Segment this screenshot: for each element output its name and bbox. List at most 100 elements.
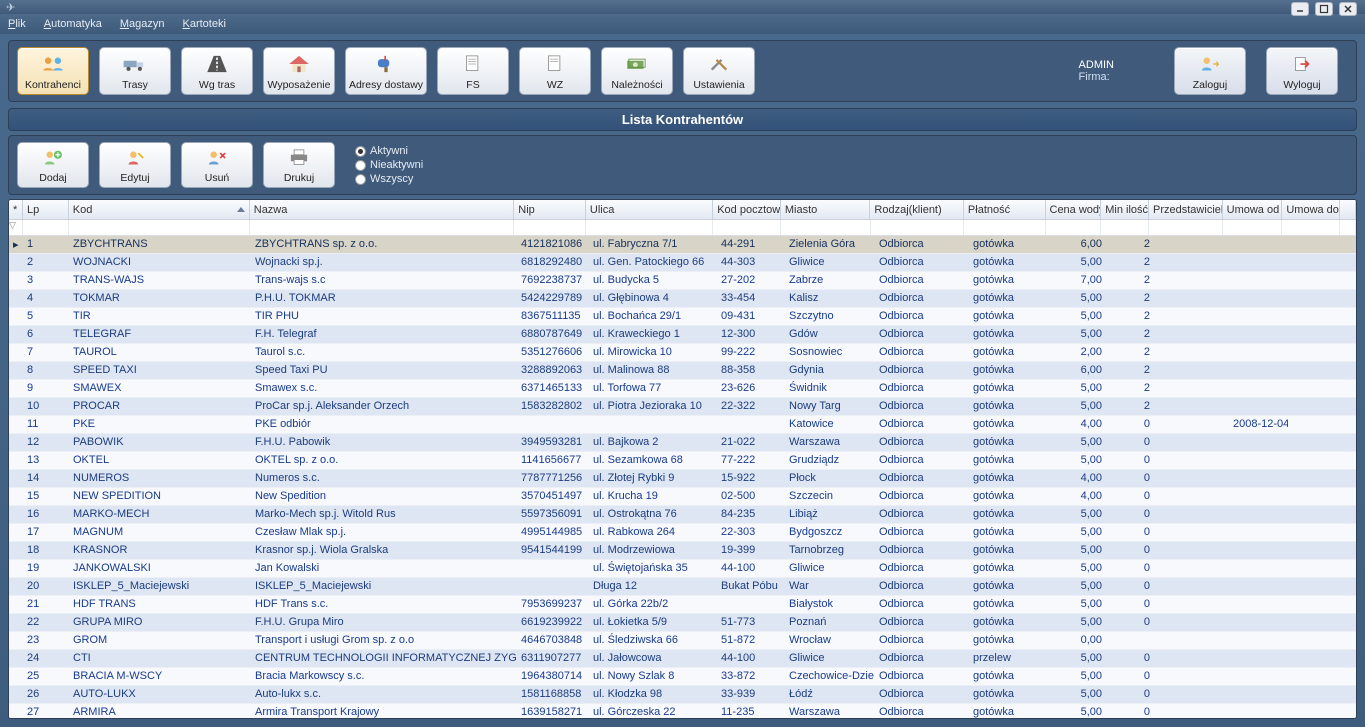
col-min[interactable]: Min ilość <box>1101 200 1149 219</box>
col-przedstawiciel[interactable]: Przedstawiciel <box>1149 200 1223 219</box>
table-row[interactable]: 18KRASNORKrasnor sp.j. Wiola Gralska9541… <box>9 542 1356 560</box>
label: Wyloguj <box>1283 79 1320 91</box>
kontrahenci-button[interactable]: Kontrahenci <box>17 47 89 95</box>
house-icon <box>286 48 312 79</box>
filter-row[interactable]: ▽ <box>9 220 1356 236</box>
radio-wszyscy[interactable]: Wszyscy <box>355 173 423 185</box>
usun-button[interactable]: Usuń <box>181 142 253 188</box>
table-row[interactable]: 26AUTO-LUKXAuto-lukx s.c.1581168858ul. K… <box>9 686 1356 704</box>
table-row[interactable]: 20ISKLEP_5_MaciejewskiISKLEP_5_Maciejews… <box>9 578 1356 596</box>
label: Usuń <box>205 172 230 184</box>
col-lp[interactable]: Lp <box>23 200 69 219</box>
ustawienia-button[interactable]: Ustawienia <box>683 47 755 95</box>
table-row[interactable]: 24CTICENTRUM TECHNOLOGII INFORMATYCZNEJ … <box>9 650 1356 668</box>
menu-magazyn[interactable]: Magazyn <box>120 18 165 30</box>
table-row[interactable]: ▸1ZBYCHTRANSZBYCHTRANS sp. z o.o.4121821… <box>9 236 1356 254</box>
col-umowado[interactable]: Umowa do <box>1282 200 1340 219</box>
label: Kontrahenci <box>25 79 81 91</box>
panel-title: Lista Kontrahentów <box>8 108 1357 131</box>
contractors-grid: * Lp Kod Nazwa Nip Ulica Kod pocztow Mia… <box>8 199 1357 719</box>
table-row[interactable]: 4TOKMARP.H.U. TOKMAR5424229789ul. Głębin… <box>9 290 1356 308</box>
col-kodpoczt[interactable]: Kod pocztow <box>713 200 781 219</box>
col-umowaod[interactable]: Umowa od <box>1223 200 1283 219</box>
col-cena[interactable]: Cena wody <box>1046 200 1102 219</box>
label: Wyposażenie <box>268 79 331 91</box>
table-row[interactable]: 8SPEED TAXISpeed Taxi PU3288892063ul. Ma… <box>9 362 1356 380</box>
radio-icon <box>355 146 366 157</box>
naleznosci-button[interactable]: Należności <box>601 47 673 95</box>
menu-plik[interactable]: Plik <box>8 18 26 30</box>
label: Edytuj <box>120 172 149 184</box>
tools-icon <box>706 48 732 79</box>
col-miasto[interactable]: Miasto <box>781 200 871 219</box>
table-row[interactable]: 10PROCARProCar sp.j. Aleksander Orzech15… <box>9 398 1356 416</box>
wz-button[interactable]: WZ <box>519 47 591 95</box>
menu-kartoteki[interactable]: Kartoteki <box>182 18 225 30</box>
table-row[interactable]: 19JANKOWALSKIJan Kowalskiul. Świętojańsk… <box>9 560 1356 578</box>
table-row[interactable]: 25BRACIA M-WSCYBracia Markowscy s.c.1964… <box>9 668 1356 686</box>
trasy-button[interactable]: Trasy <box>99 47 171 95</box>
label: Wg tras <box>199 79 235 91</box>
table-row[interactable]: 27ARMIRAArmira Transport Krajowy16391582… <box>9 704 1356 718</box>
window-controls <box>1291 2 1357 16</box>
table-row[interactable]: 9SMAWEXSmawex s.c.6371465133ul. Torfowa … <box>9 380 1356 398</box>
adresy-button[interactable]: Adresy dostawy <box>345 47 427 95</box>
table-row[interactable]: 7TAUROLTaurol s.c.5351276606ul. Mirowick… <box>9 344 1356 362</box>
wgtras-button[interactable]: Wg tras <box>181 47 253 95</box>
label: Zaloguj <box>1193 79 1227 91</box>
col-ulica[interactable]: Ulica <box>586 200 713 219</box>
document-icon <box>542 48 568 79</box>
logout-icon <box>1289 48 1315 79</box>
zaloguj-button[interactable]: Zaloguj <box>1174 47 1246 95</box>
col-nazwa[interactable]: Nazwa <box>250 200 515 219</box>
document-icon <box>460 48 486 79</box>
table-row[interactable]: 16MARKO-MECHMarko-Mech sp.j. Witold Rus5… <box>9 506 1356 524</box>
wyposazenie-button[interactable]: Wyposażenie <box>263 47 335 95</box>
mailbox-icon <box>373 48 399 79</box>
minimize-button[interactable] <box>1291 2 1309 16</box>
label: Należności <box>611 79 662 91</box>
fs-button[interactable]: FS <box>437 47 509 95</box>
table-row[interactable]: 17MAGNUMCzesław Mlak sp.j.4995144985ul. … <box>9 524 1356 542</box>
radio-icon <box>355 160 366 171</box>
contractors-icon <box>40 48 66 79</box>
label: Drukuj <box>284 172 314 184</box>
col-kod[interactable]: Kod <box>69 200 250 219</box>
firma-label: Firma: <box>1079 71 1110 83</box>
scrollbar-header <box>1340 200 1356 219</box>
close-button[interactable] <box>1339 2 1357 16</box>
col-platnosc[interactable]: Płatność <box>964 200 1046 219</box>
table-row[interactable]: 6TELEGRAFF.H. Telegraf6880787649ul. Kraw… <box>9 326 1356 344</box>
printer-icon <box>286 143 312 172</box>
table-row[interactable]: 21HDF TRANSHDF Trans s.c.7953699237ul. G… <box>9 596 1356 614</box>
col-selector[interactable]: * <box>9 200 23 219</box>
table-row[interactable]: 11PKEPKE odbiórKatowiceOdbiorcagotówka4,… <box>9 416 1356 434</box>
table-row[interactable]: 5TIRTIR PHU8367511135ul. Bochańca 29/109… <box>9 308 1356 326</box>
col-nip[interactable]: Nip <box>514 200 586 219</box>
drukuj-button[interactable]: Drukuj <box>263 142 335 188</box>
table-row[interactable]: 13OKTELOKTEL sp. z o.o.1141656677ul. Sez… <box>9 452 1356 470</box>
menu-bar: Plik Automatyka Magazyn Kartoteki <box>0 14 1365 34</box>
radio-nieaktywni[interactable]: Nieaktywni <box>355 159 423 171</box>
table-row[interactable]: 12PABOWIKF.H.U. Pabowik3949593281ul. Baj… <box>9 434 1356 452</box>
table-row[interactable]: 23GROMTransport i usługi Grom sp. z o.o4… <box>9 632 1356 650</box>
table-row[interactable]: 3TRANS-WAJSTrans-wajs s.c7692238737ul. B… <box>9 272 1356 290</box>
edytuj-button[interactable]: Edytuj <box>99 142 171 188</box>
user-name: ADMIN <box>1079 59 1114 71</box>
table-row[interactable]: 2WOJNACKIWojnacki sp.j.6818292480ul. Gen… <box>9 254 1356 272</box>
table-row[interactable]: 22GRUPA MIROF.H.U. Grupa Miro6619239922u… <box>9 614 1356 632</box>
table-row[interactable]: 15NEW SPEDITIONNew Spedition3570451497ul… <box>9 488 1356 506</box>
delete-person-icon <box>204 143 230 172</box>
col-rodzaj[interactable]: Rodzaj(klient) <box>870 200 964 219</box>
edit-person-icon <box>122 143 148 172</box>
grid-body[interactable]: ▸1ZBYCHTRANSZBYCHTRANS sp. z o.o.4121821… <box>9 236 1356 718</box>
wyloguj-button[interactable]: Wyloguj <box>1266 47 1338 95</box>
radio-aktywni[interactable]: Aktywni <box>355 145 423 157</box>
radio-icon <box>355 174 366 185</box>
maximize-button[interactable] <box>1315 2 1333 16</box>
table-row[interactable]: 14NUMEROSNumeros s.c.7787771256ul. Złote… <box>9 470 1356 488</box>
dodaj-button[interactable]: Dodaj <box>17 142 89 188</box>
label: Dodaj <box>39 172 66 184</box>
menu-automatyka[interactable]: Automatyka <box>44 18 102 30</box>
sub-toolbar: Dodaj Edytuj Usuń Drukuj Aktywni Nieakty… <box>8 135 1357 195</box>
